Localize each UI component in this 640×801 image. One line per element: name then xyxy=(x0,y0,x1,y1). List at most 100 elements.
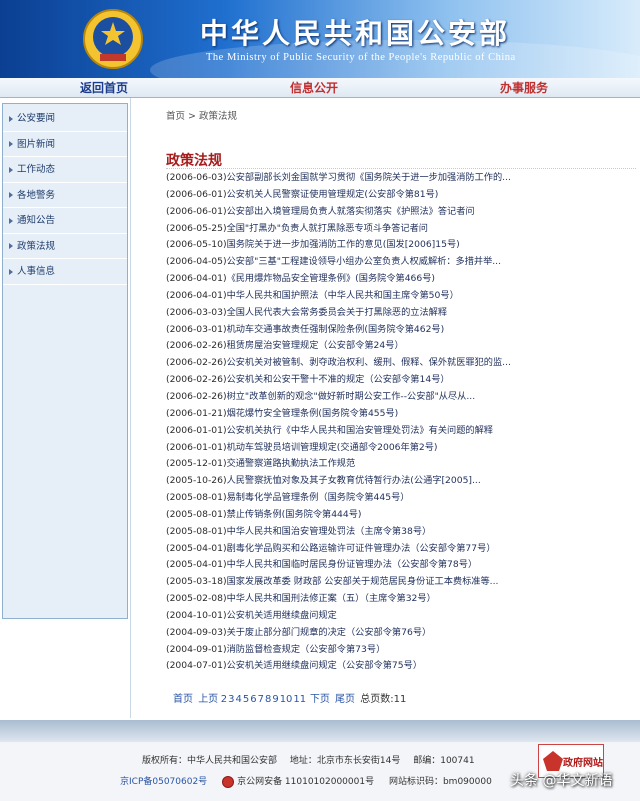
section-title: 政策法规 xyxy=(166,153,222,169)
article-link[interactable]: 公安机关适用继续盘问规定（公安部令第75号） xyxy=(227,660,422,671)
pager-page-link[interactable]: 3 xyxy=(228,694,234,705)
pager-page-link[interactable]: 9 xyxy=(272,694,278,705)
footer-icp-link[interactable]: 京ICP备05070602号 xyxy=(120,777,207,787)
pager-page-link[interactable]: 2 xyxy=(221,694,227,705)
pager-page-link[interactable]: 5 xyxy=(243,694,249,705)
article-date: (2006-03-01) xyxy=(166,323,227,335)
article-date: (2004-09-03) xyxy=(166,626,227,638)
watermark: 头条 @华文新语 xyxy=(510,773,613,789)
article-date: (2005-08-01) xyxy=(166,508,227,520)
article-link[interactable]: 公安机关和公安干警十不准的规定（公安部令第14号） xyxy=(227,374,450,385)
article-link[interactable]: 机动车驾驶员培训管理规定(交通部令2006年第2号) xyxy=(227,442,438,453)
article-link[interactable]: 消防监督检查规定（公安部令第73号） xyxy=(227,644,386,655)
article-item: (2005-03-18)国家发展改革委 财政部 公安部关于规范居民身份证工本费标… xyxy=(166,574,636,591)
arrow-bullet-icon xyxy=(9,243,13,249)
article-item: (2006-03-01)机动车交通事故责任强制保险条例(国务院令第462号) xyxy=(166,322,636,339)
breadcrumb-home-link[interactable]: 首页 xyxy=(166,111,185,122)
article-item: (2004-09-03)关于废止部分部门规章的决定（公安部令第76号） xyxy=(166,625,636,642)
pager-page-link[interactable]: 11 xyxy=(293,694,306,705)
pager-page-link[interactable]: 6 xyxy=(250,694,256,705)
footer-band xyxy=(0,720,640,742)
article-link[interactable]: 公安部副部长刘金国就学习贯彻《国务院关于进一步加强消防工作的... xyxy=(227,172,511,183)
article-item: (2006-04-01)中华人民共和国护照法（中华人民共和国主席令第50号） xyxy=(166,288,636,305)
article-link[interactable]: 禁止传销条例(国务院令第444号) xyxy=(227,509,362,520)
article-item: (2006-03-03)全国人民代表大会常务委员会关于打黑除恶的立法解释 xyxy=(166,305,636,322)
nav-service-link[interactable]: 办事服务 xyxy=(500,79,548,97)
article-item: (2006-01-01)公安机关执行《中华人民共和国治安管理处罚法》有关问题的解… xyxy=(166,423,636,440)
sidebar-item-label: 公安要闻 xyxy=(17,113,56,124)
article-link[interactable]: 公安机关适用继续盘问规定 xyxy=(227,610,337,621)
article-item: (2006-05-10)国务院关于进一步加强消防工作的意见(国发[2006]15… xyxy=(166,237,636,254)
pager-page-link[interactable]: 8 xyxy=(265,694,271,705)
footer-site-id: 网站标识码：bm090000 xyxy=(388,777,492,787)
article-link[interactable]: 公安部出入境管理局负责人就落实彻落实《护照法》答记者问 xyxy=(227,206,475,217)
article-link[interactable]: 中华人民共和国治安管理处罚法（主席令第38号） xyxy=(227,526,432,537)
pager-page-link[interactable]: 4 xyxy=(235,694,241,705)
article-link[interactable]: 机动车交通事故责任强制保险条例(国务院令第462号) xyxy=(227,324,445,335)
article-link[interactable]: 烟花爆竹安全管理条例(国务院令第455号) xyxy=(227,408,399,419)
article-link[interactable]: 中华人民共和国护照法（中华人民共和国主席令第50号） xyxy=(227,290,459,301)
article-date: (2006-01-21) xyxy=(166,407,227,419)
sidebar-item[interactable]: 公安要闻 xyxy=(3,106,127,132)
article-link[interactable]: 公安机关对被管制、剥夺政治权利、缓刑、假释、保外就医罪犯的监... xyxy=(227,357,511,368)
sidebar-item-label: 人事信息 xyxy=(17,266,56,277)
article-date: (2005-08-01) xyxy=(166,525,227,537)
pager-total: 总页数:11 xyxy=(360,694,407,705)
article-link[interactable]: 中华人民共和国临时居民身份证管理办法（公安部令第78号） xyxy=(227,559,478,570)
article-link[interactable]: 公安机关人民警察证使用管理规定(公安部令第81号) xyxy=(227,189,439,200)
article-item: (2006-02-26)公安机关和公安干警十不准的规定（公安部令第14号） xyxy=(166,372,636,389)
sidebar-item[interactable]: 人事信息 xyxy=(3,259,127,285)
article-item: (2004-07-01)公安机关适用继续盘问规定（公安部令第75号） xyxy=(166,658,636,675)
article-link[interactable]: 剧毒化学品购买和公路运输许可证件管理办法（公安部令第77号） xyxy=(227,543,496,554)
article-date: (2005-03-18) xyxy=(166,576,227,588)
sidebar-item[interactable]: 图片新闻 xyxy=(3,132,127,157)
sidebar-item[interactable]: 工作动态 xyxy=(3,157,127,183)
sidebar-item[interactable]: 各地警务 xyxy=(3,183,127,208)
article-item: (2006-01-21)烟花爆竹安全管理条例(国务院令第455号) xyxy=(166,406,636,423)
article-date: (2005-10-26) xyxy=(166,475,227,487)
sidebar-item-label: 政策法规 xyxy=(17,240,56,252)
article-link[interactable]: 树立"改革创新的观念"做好新时期公安工作--公安部"从尽从... xyxy=(227,391,476,402)
article-list: (2006-06-03)公安部副部长刘金国就学习贯彻《国务院关于进一步加强消防工… xyxy=(166,170,636,675)
pager-first-link[interactable]: 首页 xyxy=(173,694,193,705)
article-link[interactable]: 国家发展改革委 财政部 公安部关于规范居民身份证工本费标准等... xyxy=(227,576,499,587)
article-link[interactable]: 关于废止部分部门规章的决定（公安部令第76号） xyxy=(227,627,432,638)
sidebar-item[interactable]: 通知公告 xyxy=(3,208,127,234)
pager-last-link[interactable]: 尾页 xyxy=(335,694,355,705)
nav-home-link[interactable]: 返回首页 xyxy=(80,79,128,97)
main-content: 首页 > 政策法规 政策法规 (2006-06-03)公安部副部长刘金国就学习贯… xyxy=(130,98,640,718)
article-date: (2004-10-01) xyxy=(166,609,227,621)
article-date: (2006-05-10) xyxy=(166,239,227,251)
article-link[interactable]: 易制毒化学品管理条例（国务院令第445号） xyxy=(227,492,410,503)
pager-page-link[interactable]: 10 xyxy=(280,694,293,705)
pager-prev-link[interactable]: 上页 xyxy=(198,694,218,705)
footer-copyright: 版权所有：中华人民共和国公安部 xyxy=(142,756,278,766)
article-date: (2006-03-03) xyxy=(166,306,227,318)
pager-page-numbers: 234567891011 xyxy=(220,694,306,705)
article-link[interactable]: 人民警察抚恤对象及其子女教育优待暂行办法(公通字[2005]... xyxy=(227,475,481,486)
article-date: (2006-04-01) xyxy=(166,273,227,285)
article-date: (2006-02-26) xyxy=(166,390,227,402)
article-link[interactable]: 租赁房屋治安管理规定（公安部令第24号） xyxy=(227,340,404,351)
article-date: (2006-02-26) xyxy=(166,357,227,369)
nav-info-link[interactable]: 信息公开 xyxy=(290,79,338,97)
article-date: (2006-06-01) xyxy=(166,205,227,217)
article-link[interactable]: 公安部"三基"工程建设领导小组办公室负责人权威解析：多措并举... xyxy=(227,256,501,267)
article-link[interactable]: 国务院关于进一步加强消防工作的意见(国发[2006]15号) xyxy=(227,239,460,250)
article-link[interactable]: 交通警察道路执勤执法工作规范 xyxy=(227,458,356,469)
sidebar-item-label: 通知公告 xyxy=(17,215,56,226)
pager-next-link[interactable]: 下页 xyxy=(310,694,330,705)
article-link[interactable]: 公安机关执行《中华人民共和国治安管理处罚法》有关问题的解释 xyxy=(227,425,493,436)
article-link[interactable]: 全国"打黑办"负责人就打黑除恶专项斗争答记者问 xyxy=(227,223,428,234)
pager-page-link[interactable]: 7 xyxy=(258,694,264,705)
arrow-bullet-icon xyxy=(9,192,13,198)
article-link[interactable]: 全国人民代表大会常务委员会关于打黑除恶的立法解释 xyxy=(227,307,448,318)
article-item: (2005-10-26)人民警察抚恤对象及其子女教育优待暂行办法(公通字[200… xyxy=(166,473,636,490)
footer-security-record: 京公网安备 11010102000001号 xyxy=(237,777,375,787)
article-item: (2006-06-01)公安部出入境管理局负责人就落实彻落实《护照法》答记者问 xyxy=(166,204,636,221)
article-item: (2005-08-01)禁止传销条例(国务院令第444号) xyxy=(166,507,636,524)
article-link[interactable]: 中华人民共和国刑法修正案（五）（主席令第32号） xyxy=(227,593,436,604)
sidebar-item[interactable]: 政策法规 xyxy=(3,234,127,259)
article-item: (2005-08-01)易制毒化学品管理条例（国务院令第445号） xyxy=(166,490,636,507)
article-link[interactable]: 《民用爆炸物品安全管理条例》(国务院令第466号) xyxy=(227,273,435,284)
